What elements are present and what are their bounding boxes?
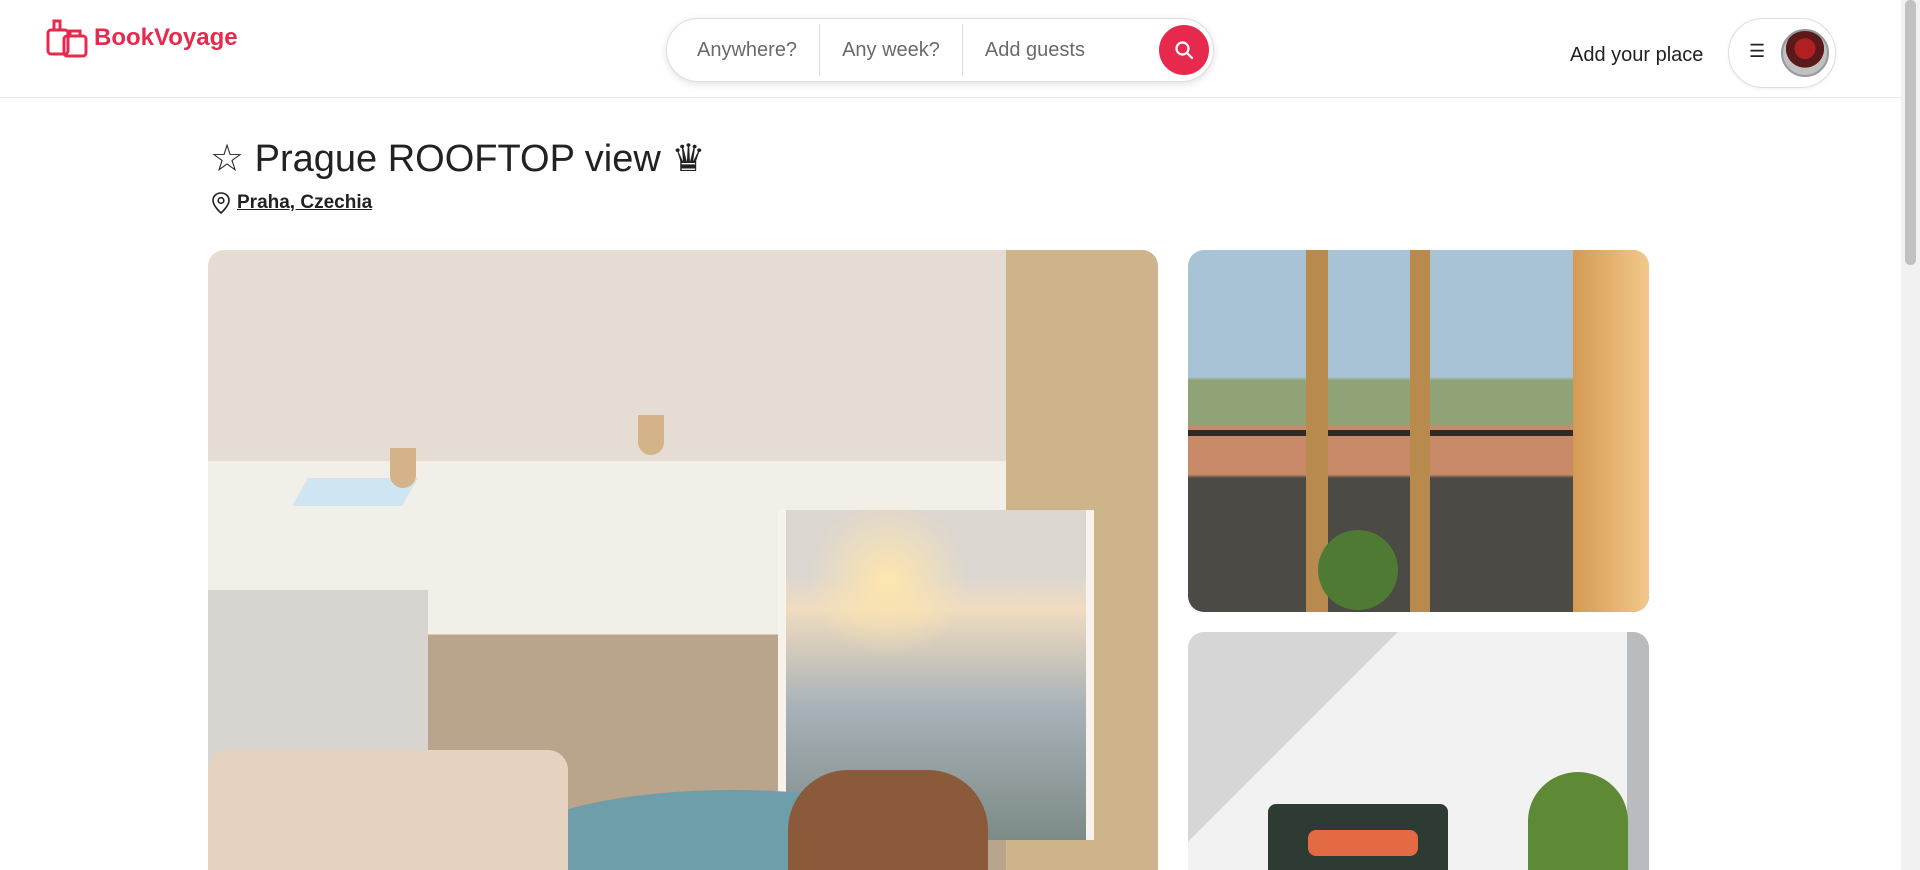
- search-bar[interactable]: Anywhere? Any week? Add guests: [666, 18, 1214, 82]
- location-link[interactable]: Praha, Czechia: [237, 192, 372, 214]
- balcony-view-photo[interactable]: [1188, 250, 1649, 612]
- brand-name: BookVoyage: [94, 24, 238, 51]
- sunlight-glow: [808, 500, 968, 660]
- brand-logo[interactable]: BookVoyage: [46, 18, 238, 58]
- door-frame: [1573, 250, 1649, 612]
- search-icon: [1175, 41, 1194, 60]
- armchair: [788, 770, 988, 870]
- listing-location[interactable]: Praha, Czechia: [211, 192, 372, 214]
- hamburger-icon: ☰: [1749, 41, 1766, 61]
- main-living-room-photo[interactable]: [208, 250, 1158, 870]
- user-menu-button[interactable]: ☰: [1728, 18, 1836, 88]
- avatar: [1781, 29, 1829, 77]
- pendant-lamp: [390, 448, 416, 488]
- palm-plant: [1528, 772, 1628, 870]
- wall-edge: [1627, 632, 1649, 870]
- pillow: [1308, 830, 1418, 856]
- scrollbar-thumb[interactable]: [1905, 0, 1916, 265]
- search-button[interactable]: [1159, 25, 1209, 75]
- search-guests[interactable]: Add guests: [963, 39, 1107, 62]
- add-your-place-link[interactable]: Add your place: [1570, 44, 1703, 67]
- sofa: [208, 750, 568, 870]
- pendant-lamp: [638, 415, 664, 455]
- top-header: BookVoyage Anywhere? Any week? Add guest…: [0, 0, 1901, 98]
- map-pin-icon: [212, 192, 230, 214]
- door-frame: [1410, 250, 1430, 612]
- potted-plant: [1318, 530, 1398, 610]
- luggage-logo-icon: [46, 19, 88, 58]
- search-when[interactable]: Any week?: [820, 39, 962, 62]
- search-where[interactable]: Anywhere?: [667, 39, 819, 62]
- bedroom-photo[interactable]: [1188, 632, 1649, 870]
- listing-title: ☆ Prague ROOFTOP view ♛: [210, 138, 706, 180]
- page-scrollbar[interactable]: [1901, 0, 1920, 870]
